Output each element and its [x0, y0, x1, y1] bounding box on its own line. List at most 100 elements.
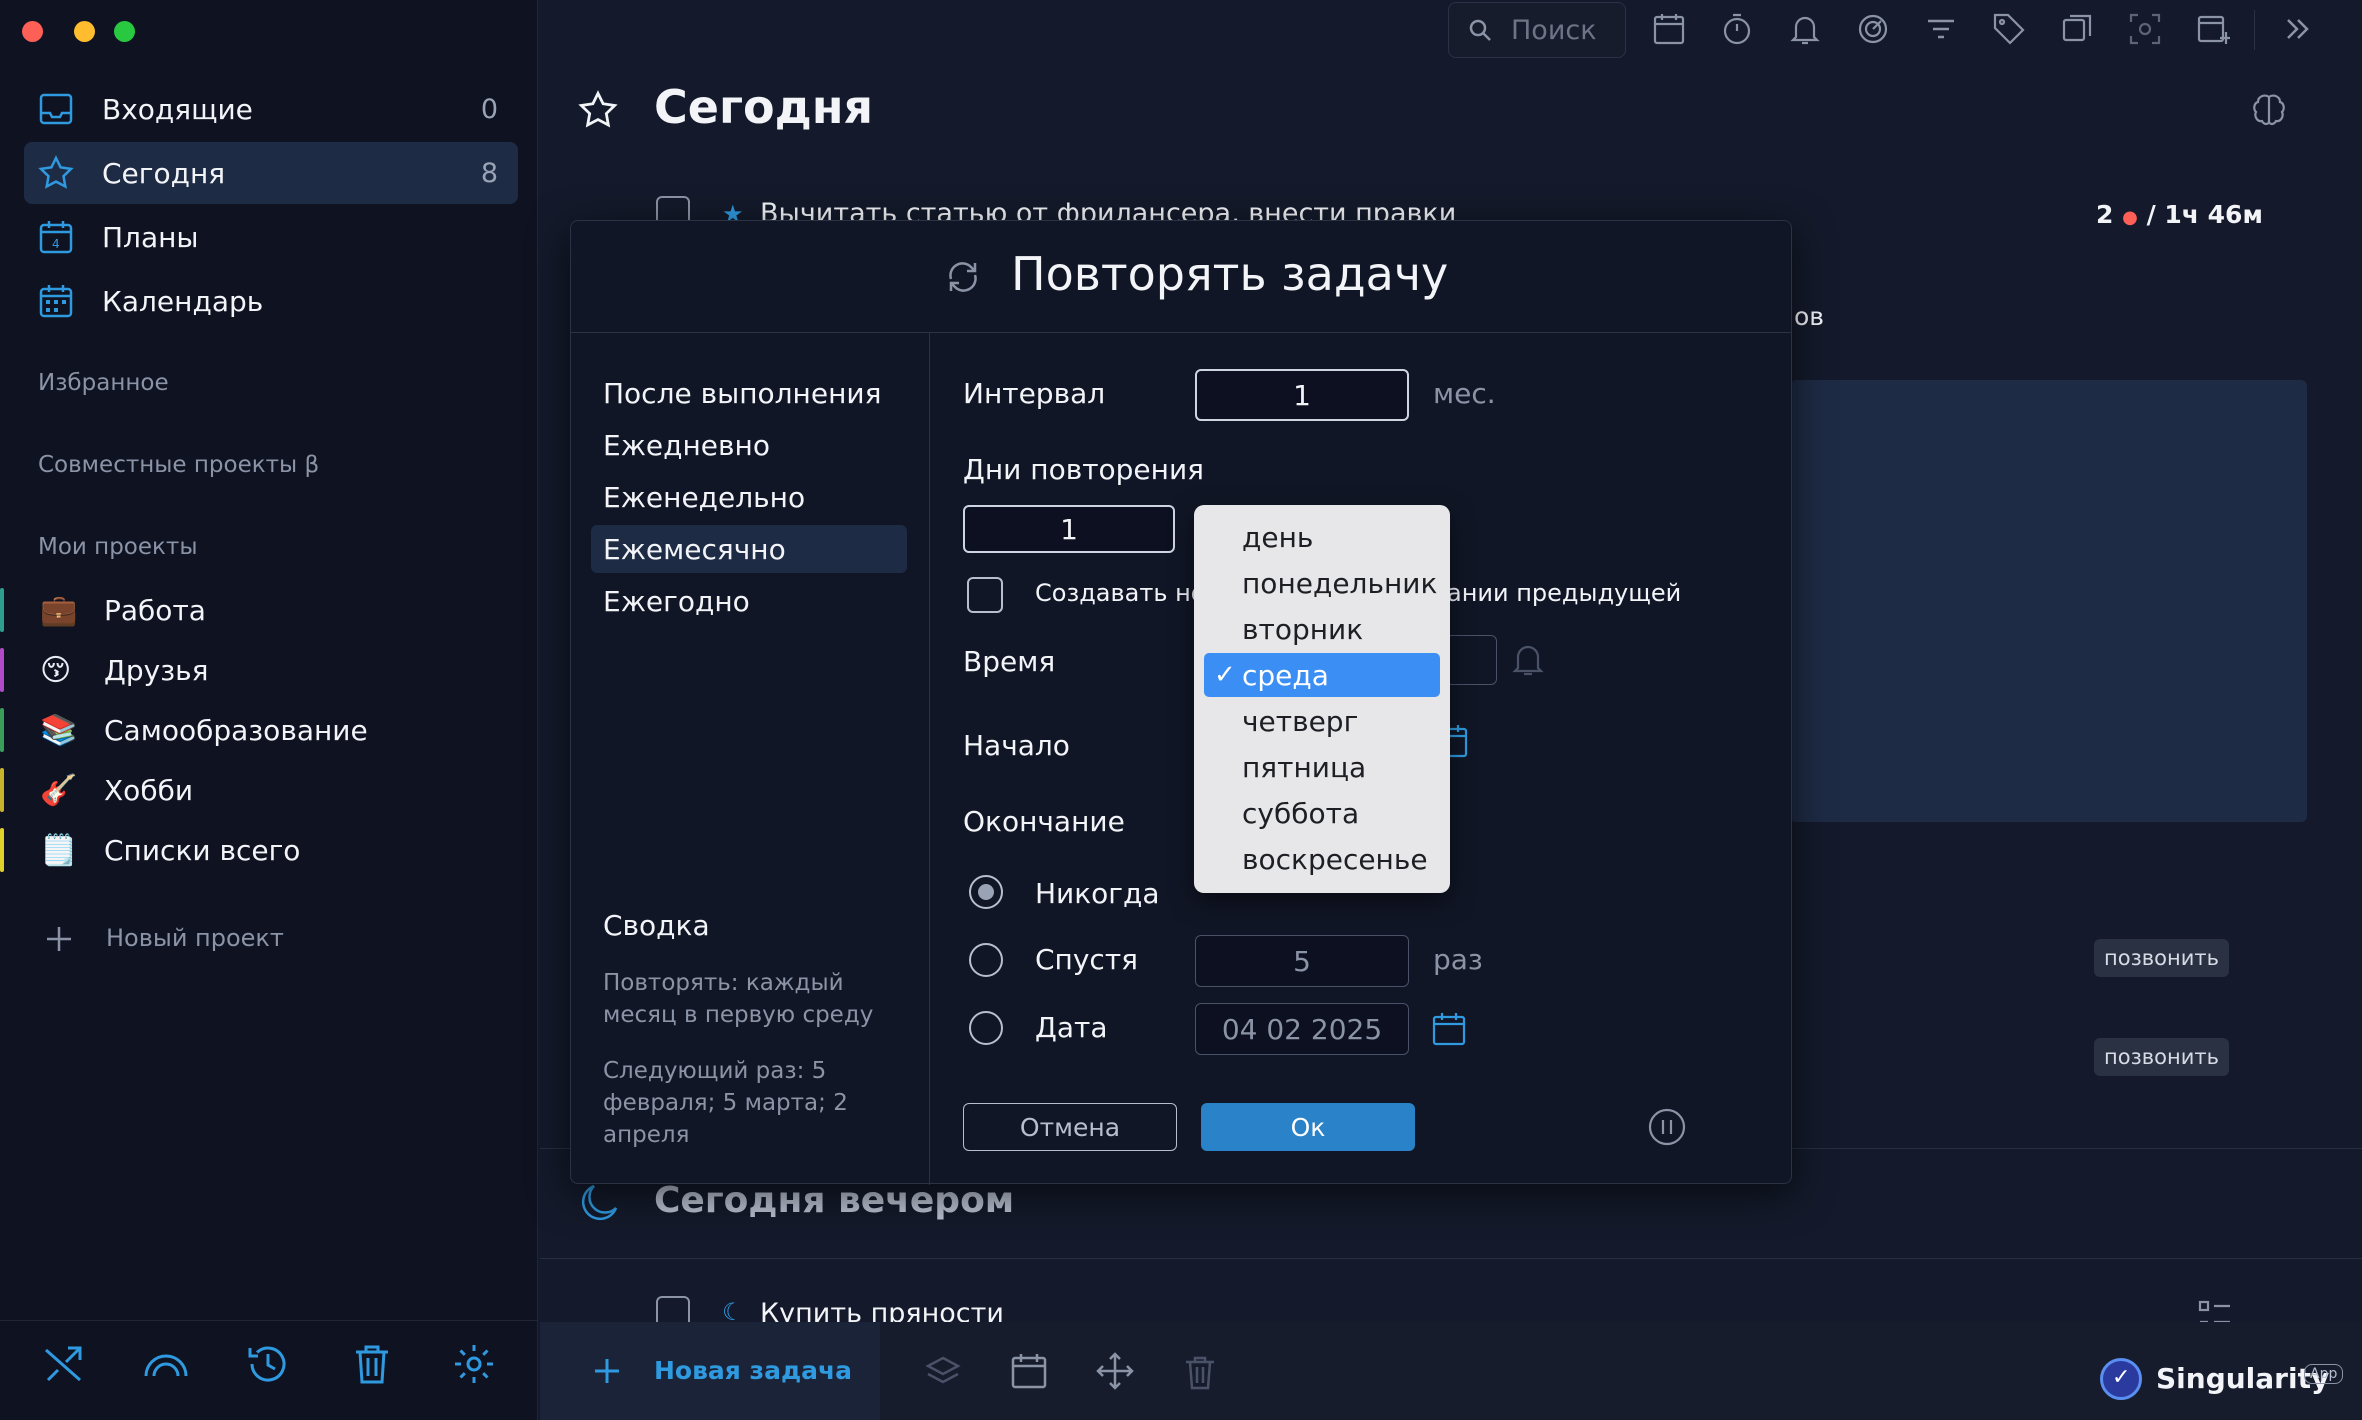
- trash-icon[interactable]: [1182, 1354, 1218, 1390]
- sidebar-project-self-education[interactable]: 📚 Самообразование: [0, 702, 520, 758]
- sidebar-item-today[interactable]: Сегодня 8: [24, 142, 518, 204]
- create-new-checkbox[interactable]: [967, 577, 1003, 613]
- task-meta-count: 2: [2096, 200, 2114, 229]
- weekday-dropdown: день понедельник вторник ✓ среда четверг…: [1194, 505, 1450, 893]
- start-label: Начало: [963, 729, 1070, 762]
- search-box[interactable]: Поиск: [1448, 2, 1626, 58]
- project-label: Друзья: [104, 653, 209, 687]
- new-project-label: Новый проект: [106, 924, 284, 952]
- ok-button[interactable]: Ок: [1201, 1103, 1415, 1151]
- dropdown-option[interactable]: вторник: [1204, 607, 1440, 651]
- sidebar-item-inbox[interactable]: Входящие 0: [24, 78, 518, 140]
- filter-icon[interactable]: [1924, 12, 1958, 46]
- dropdown-option[interactable]: пятница: [1204, 745, 1440, 789]
- plus-icon: [47, 927, 71, 951]
- copy-window-icon[interactable]: [2060, 12, 2094, 46]
- trash-icon[interactable]: [350, 1342, 394, 1386]
- sidebar-item-plans[interactable]: 4 Планы: [24, 206, 518, 268]
- project-color-bar: [0, 828, 4, 872]
- rainbow-icon[interactable]: [144, 1342, 188, 1386]
- add-window-icon[interactable]: [2196, 12, 2230, 46]
- tag-icon[interactable]: [1992, 12, 2026, 46]
- calendar-icon[interactable]: [1652, 12, 1686, 46]
- new-project-button[interactable]: Новый проект: [40, 920, 540, 964]
- sidebar-item-count: 0: [480, 93, 498, 125]
- move-arrows-icon[interactable]: [1096, 1352, 1134, 1390]
- sidebar-project-hobby[interactable]: 🎸 Хобби: [0, 762, 520, 818]
- divider: [540, 1258, 2362, 1259]
- dropdown-option[interactable]: четверг: [1204, 699, 1440, 743]
- chevron-double-right-icon[interactable]: [2280, 12, 2314, 46]
- settings-gear-icon[interactable]: [452, 1342, 496, 1386]
- sidebar-project-friends[interactable]: 😚 Друзья: [0, 642, 520, 698]
- selected-task-panel: [1790, 380, 2307, 822]
- mode-after-completion[interactable]: После выполнения: [591, 369, 907, 417]
- repeat-icon: [949, 262, 977, 292]
- tag-call-pill[interactable]: позвонить: [2094, 1038, 2229, 1076]
- dropdown-option[interactable]: воскресенье: [1204, 837, 1440, 881]
- sidebar-item-calendar[interactable]: Календарь: [24, 270, 518, 332]
- repeat-days-label: Дни повторения: [963, 453, 1205, 486]
- cancel-button[interactable]: Отмена: [963, 1103, 1177, 1151]
- end-never-radio[interactable]: [969, 875, 1003, 909]
- occurrences-input[interactable]: 5: [1195, 935, 1409, 987]
- mode-weekly[interactable]: Еженедельно: [591, 473, 907, 521]
- favorites-section-label[interactable]: Избранное: [38, 370, 169, 396]
- brain-icon[interactable]: [2250, 92, 2288, 130]
- svg-text:4: 4: [52, 237, 60, 251]
- my-projects-section-label[interactable]: Мои проекты: [38, 534, 197, 560]
- search-icon: [1469, 19, 1491, 41]
- close-window-button[interactable]: [22, 21, 43, 42]
- sidebar-item-count: 8: [480, 157, 498, 189]
- end-date-input[interactable]: 04 02 2025: [1195, 1003, 1409, 1055]
- mode-yearly[interactable]: Ежегодно: [591, 577, 907, 625]
- summary-title: Сводка: [603, 909, 710, 942]
- history-icon[interactable]: [246, 1342, 290, 1386]
- focus-target-icon[interactable]: [1856, 12, 1890, 46]
- star-icon: [578, 90, 618, 128]
- sidebar-project-work[interactable]: 💼 Работа: [0, 582, 520, 638]
- tag-call-pill[interactable]: позвонить: [2094, 939, 2229, 977]
- dropdown-option-label: среда: [1242, 658, 1329, 692]
- task-meta-time: / 1ч 46м: [2146, 200, 2263, 229]
- interval-label: Интервал: [963, 377, 1106, 410]
- minimize-window-button[interactable]: [74, 21, 95, 42]
- dialog-title: Повторять задачу: [1011, 247, 1449, 301]
- partial-task-text: ов: [1794, 302, 1825, 331]
- project-color-bar: [0, 648, 4, 692]
- shuffle-icon[interactable]: [42, 1342, 86, 1386]
- day-number-input[interactable]: 1: [963, 505, 1175, 553]
- moon-icon: [581, 1184, 618, 1221]
- mode-monthly[interactable]: Ежемесячно: [591, 525, 907, 573]
- calendar-icon[interactable]: [1010, 1352, 1048, 1390]
- end-after-radio[interactable]: [969, 943, 1003, 977]
- shared-projects-section-label[interactable]: Совместные проекты β: [38, 452, 319, 478]
- timer-icon[interactable]: [1720, 12, 1754, 46]
- dropdown-option[interactable]: суббота: [1204, 791, 1440, 835]
- task-meta: 2 ● / 1ч 46м: [2096, 200, 2263, 229]
- briefcase-icon: 💼: [40, 592, 78, 628]
- screenshot-icon[interactable]: [2128, 12, 2162, 46]
- end-label: Окончание: [963, 805, 1125, 838]
- plus-icon: [595, 1359, 619, 1383]
- pause-icon[interactable]: [1647, 1107, 1687, 1147]
- new-task-button[interactable]: Новая задача: [540, 1322, 880, 1420]
- calendar-icon[interactable]: [1431, 1011, 1467, 1047]
- layers-icon[interactable]: [924, 1354, 962, 1392]
- sidebar-project-lists[interactable]: 🗒️ Списки всего: [0, 822, 520, 878]
- occurrences-unit: раз: [1433, 943, 1483, 976]
- dropdown-option[interactable]: понедельник: [1204, 561, 1440, 605]
- brand-badge: App: [2304, 1364, 2344, 1384]
- bell-icon[interactable]: [1788, 12, 1822, 46]
- books-icon: 📚: [40, 712, 78, 748]
- interval-input[interactable]: 1: [1195, 369, 1409, 421]
- project-color-bar: [0, 768, 4, 812]
- dropdown-option[interactable]: день: [1204, 515, 1440, 559]
- mode-daily[interactable]: Ежедневно: [591, 421, 907, 469]
- zoom-window-button[interactable]: [114, 21, 135, 42]
- end-date-label: Дата: [1035, 1011, 1108, 1044]
- dropdown-option-selected[interactable]: ✓ среда: [1204, 653, 1440, 697]
- create-new-label-end: ании предыдущей: [1447, 579, 1682, 607]
- end-date-radio[interactable]: [969, 1011, 1003, 1045]
- bell-icon[interactable]: [1511, 641, 1545, 677]
